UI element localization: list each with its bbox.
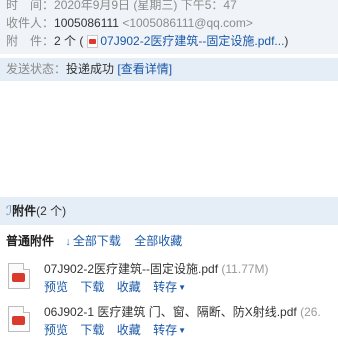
- time-label: 时 间：: [6, 0, 55, 12]
- preview-link[interactable]: 预览: [44, 280, 68, 294]
- time-row: 时 间：2020年9月9日 (星期三) 下午5：47: [6, 0, 237, 13]
- send-status-label: 发送状态：: [6, 62, 67, 76]
- download-link[interactable]: 下载: [80, 323, 104, 337]
- file-name[interactable]: 07J902-2医疗建筑--固定设施.pdf: [44, 262, 218, 276]
- send-status-bar: 发送状态：投递成功 [查看详情]: [0, 58, 338, 81]
- attachments-title: 附件: [12, 204, 37, 218]
- forward-link[interactable]: 转存▼: [153, 323, 186, 337]
- recipient-name[interactable]: 1005086111: [54, 16, 119, 30]
- chevron-down-icon: ▼: [178, 326, 187, 335]
- collect-link[interactable]: 收藏: [117, 280, 141, 294]
- attachment-item: 07J902-2医疗建筑--固定设施.pdf (11.77M) 预览 下载 收藏…: [8, 260, 338, 296]
- time-value: 2020年9月9日 (星期三) 下午5：47: [54, 0, 237, 12]
- attachment-row: 附 件：2 个 ( 07J902-2医疗建筑--固定设施.pdf...): [6, 33, 288, 49]
- attachments-header: ℐ附件(2 个): [0, 197, 338, 225]
- attachment-label: 附 件：: [6, 34, 55, 48]
- download-link[interactable]: 下载: [80, 280, 104, 294]
- forward-label: 转存: [153, 323, 178, 337]
- chevron-down-icon: ▼: [178, 283, 187, 292]
- download-arrow-icon: ↓: [65, 236, 71, 248]
- forward-label: 转存: [153, 280, 178, 294]
- pdf-icon: [87, 35, 99, 48]
- mail-header: 时 间：2020年9月9日 (星期三) 下午5：47 收件人：100508611…: [0, 0, 338, 54]
- attachment-close: ): [284, 34, 289, 48]
- file-actions: 预览 下载 收藏 转存▼: [44, 279, 195, 296]
- file-name[interactable]: 06J902-1 医疗建筑 门、窗、隔断、防X射线.pdf: [44, 305, 297, 319]
- normal-attachments-label: 普通附件: [6, 234, 55, 248]
- file-name-row: 07J902-2医疗建筑--固定设施.pdf (11.77M): [44, 261, 269, 277]
- recipient-row: 收件人：1005086111 <1005086111@qq.com>: [6, 15, 253, 31]
- view-details-link[interactable]: [查看详情]: [117, 62, 172, 76]
- forward-link[interactable]: 转存▼: [153, 280, 186, 294]
- collect-link[interactable]: 收藏: [117, 323, 141, 337]
- file-size: (26.: [300, 305, 321, 319]
- attachments-count: (2 个): [36, 204, 67, 218]
- send-status-value: 投递成功: [66, 62, 115, 76]
- collect-all-link[interactable]: 全部收藏: [134, 234, 182, 248]
- recipient-label: 收件人：: [6, 16, 55, 30]
- pdf-icon[interactable]: [8, 263, 30, 289]
- attachment-item: 06J902-1 医疗建筑 门、窗、隔断、防X射线.pdf (26. 预览 下载…: [8, 303, 338, 339]
- attachment-link[interactable]: 07J902-2医疗建筑--固定设施.pdf...: [100, 34, 284, 48]
- attachment-count: 2 个 (: [54, 34, 84, 48]
- file-name-row: 06J902-1 医疗建筑 门、窗、隔断、防X射线.pdf (26.: [44, 304, 321, 320]
- file-actions: 预览 下载 收藏 转存▼: [44, 322, 195, 339]
- attachment-toolbar: 普通附件 ↓ 全部下载 全部收藏: [6, 233, 192, 249]
- preview-link[interactable]: 预览: [44, 323, 68, 337]
- recipient-email: <1005086111@qq.com>: [122, 16, 253, 30]
- download-all-link[interactable]: 全部下载: [73, 234, 121, 248]
- file-size: (11.77M): [221, 262, 269, 276]
- pdf-icon[interactable]: [8, 306, 30, 332]
